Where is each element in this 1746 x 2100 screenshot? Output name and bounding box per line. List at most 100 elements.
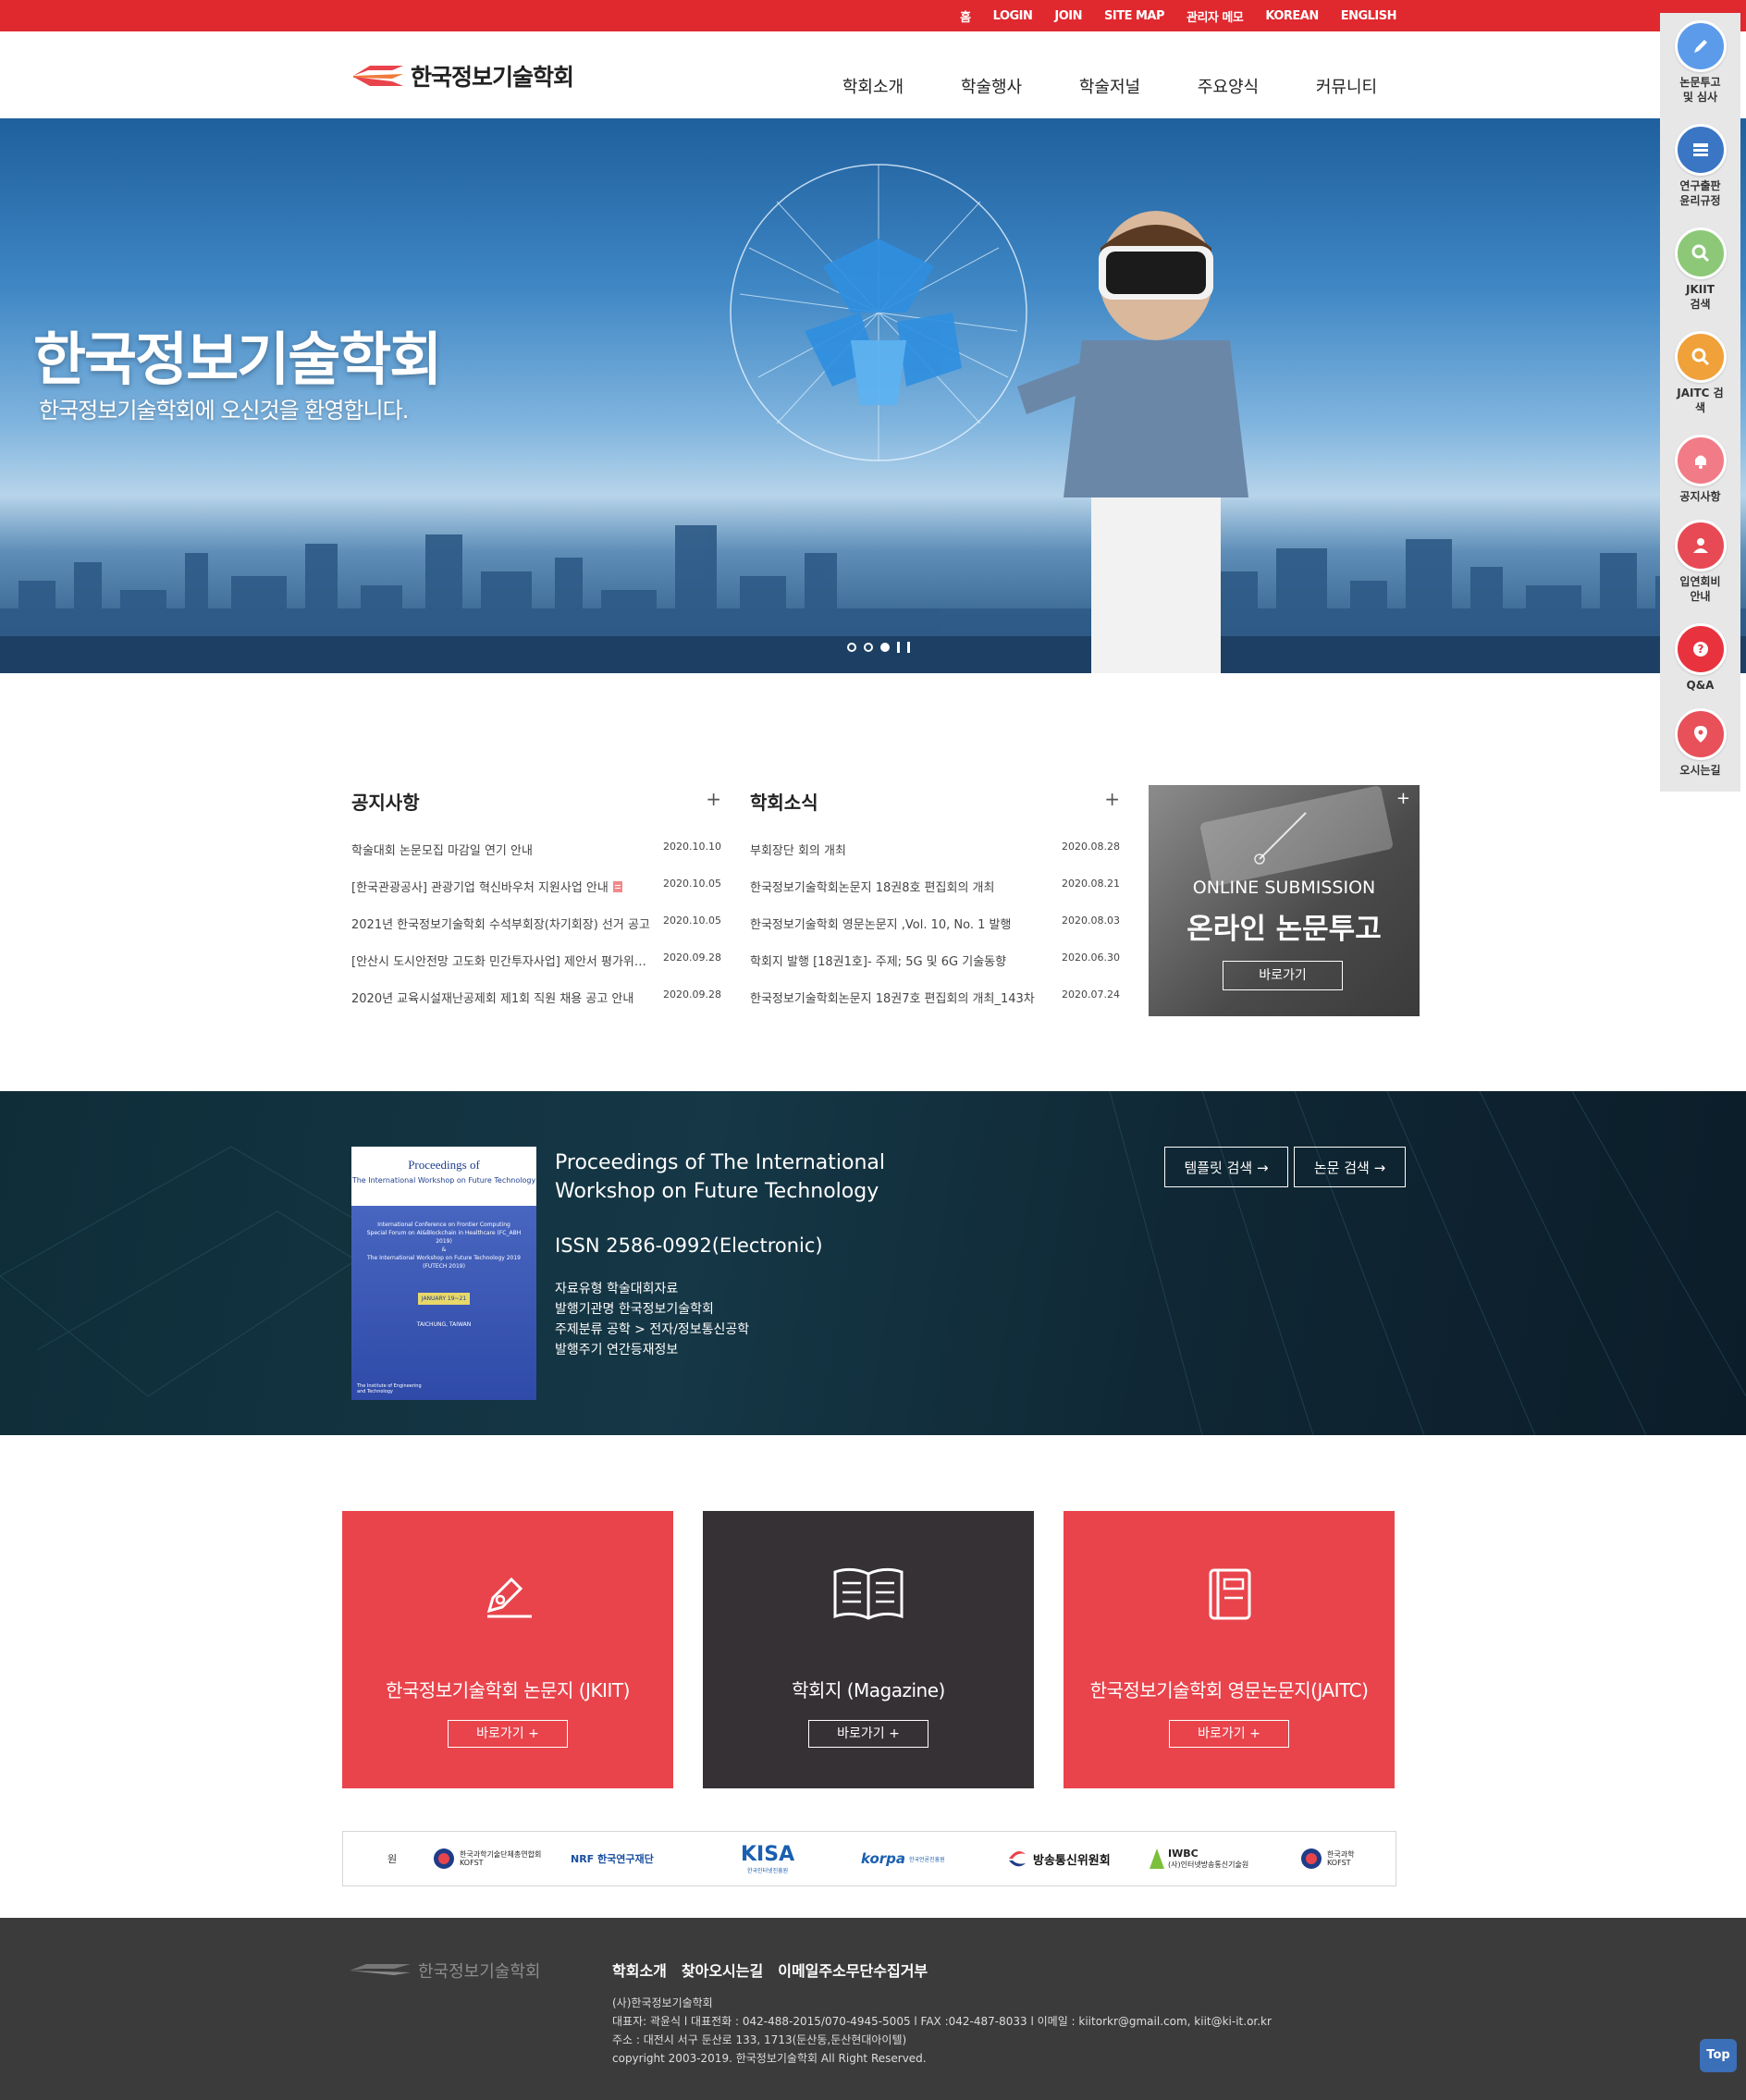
notice-item-title[interactable]: 2020년 교육시설재난공제회 제1회 직원 채용 공고 안내: [351, 989, 652, 1025]
notice-more-button[interactable]: +: [706, 788, 721, 810]
nav-journal[interactable]: 학술저널: [1051, 74, 1169, 98]
partner-logo-kofst-2[interactable]: 한국과학 KOFST: [1299, 1832, 1364, 1885]
notice-item-title[interactable]: [한국관광공사] 관광기업 혁신바우처 지원사업 안내: [351, 878, 652, 915]
submission-more-button[interactable]: +: [1396, 789, 1410, 808]
slide-dot-3[interactable]: [880, 643, 890, 652]
map-pin-icon: [1674, 708, 1727, 760]
notice-board: 공지사항 + 학술대회 논문모집 마감일 연기 안내 2020.10.10 [한국…: [351, 788, 721, 1025]
magazine-card[interactable]: 학회지 (Magazine) 바로가기 +: [703, 1511, 1034, 1788]
question-icon: ?: [1674, 623, 1727, 675]
hero-subtitle: 한국정보기술학회에 오신것을 환영합니다.: [39, 398, 409, 424]
news-item-date: 2020.08.28: [1062, 841, 1120, 853]
template-search-button[interactable]: 템플릿 검색 →: [1164, 1147, 1288, 1187]
notice-item-date: 2020.10.10: [663, 841, 721, 853]
partner-logo-kisa[interactable]: KISA 한국인터넷진흥원: [741, 1832, 794, 1885]
admin-memo-link[interactable]: 관리자 메모: [1187, 7, 1244, 25]
news-item-title[interactable]: 학회지 발행 [18권1호]- 주제; 5G 및 6G 기술동향: [750, 952, 1051, 989]
proceedings-meta: 자료유형 학술대회자료 발행기관명 한국정보기술학회 주제분류 공학 > 전자/…: [555, 1279, 749, 1360]
quick-item-qna[interactable]: ? Q&A: [1660, 623, 1740, 693]
partner-logo-partial[interactable]: 원: [387, 1832, 397, 1885]
quick-item-fees[interactable]: 입연회비 안내: [1660, 520, 1740, 604]
main-nav: 학회소개 학술행사 학술저널 주요양식 커뮤니티: [814, 74, 1406, 98]
quick-label: 오시는길: [1679, 764, 1721, 777]
news-item-title[interactable]: 한국정보기술학회 영문논문지 ,Vol. 10, No. 1 발행: [750, 915, 1051, 952]
proceedings-issn: ISSN 2586-0992(Electronic): [555, 1234, 823, 1257]
partner-name: NRF 한국연구재단: [571, 1853, 654, 1865]
footer-address: 주소 : 대전시 서구 둔산로 133, 1713(둔산동,둔산현대아이텔): [612, 2033, 907, 2046]
nav-forms[interactable]: 주요양식: [1169, 74, 1287, 98]
english-link[interactable]: ENGLISH: [1341, 9, 1397, 23]
partner-name: IWBC: [1168, 1848, 1199, 1860]
proceedings-cover[interactable]: Proceedings of The International Worksho…: [351, 1147, 536, 1400]
site-logo[interactable]: 한국정보기술학회: [351, 59, 574, 92]
quick-item-directions[interactable]: 오시는길: [1660, 708, 1740, 778]
card-title: 학회지 (Magazine): [792, 1679, 945, 1701]
footer-link-directions[interactable]: 찾아오시는길: [682, 1959, 763, 1981]
partner-logo-kcc[interactable]: 방송통신위원회: [1005, 1832, 1111, 1885]
meta-publisher: 발행기관명 한국정보기술학회: [555, 1302, 714, 1317]
slider-controls: [847, 642, 910, 653]
news-item-title[interactable]: 부회장단 회의 개최: [750, 841, 1051, 878]
quick-item-submission[interactable]: 논문투고 및 심사: [1660, 20, 1740, 104]
home-link[interactable]: 홈: [960, 7, 971, 25]
partner-logo-korpa[interactable]: korpa 한국언론진흥원: [861, 1832, 945, 1885]
quick-label: 공지사항: [1679, 490, 1721, 503]
jkiit-card[interactable]: 한국정보기술학회 논문지 (JKIIT) 바로가기 +: [342, 1511, 673, 1788]
pause-icon[interactable]: [897, 642, 900, 653]
notebook-icon: [1209, 1568, 1251, 1620]
notice-item-title[interactable]: [안산시 도시안전망 고도화 민간투자사업] 제안서 평가위원 모집: [351, 952, 652, 989]
news-item-title[interactable]: 한국정보기술학회논문지 18권8호 편집회의 개최: [750, 878, 1051, 915]
card-go-button[interactable]: 바로가기 +: [808, 1720, 928, 1748]
online-submission-banner[interactable]: + ONLINE SUBMISSION 온라인 논문투고 바로가기: [1149, 785, 1420, 1016]
cover-line: The International Workshop on Future Tec…: [367, 1255, 521, 1270]
notice-item-title[interactable]: 2021년 한국정보기술학회 수석부회장(차기회장) 선거 공고: [351, 915, 652, 952]
korean-link[interactable]: KOREAN: [1265, 9, 1319, 23]
nav-about[interactable]: 학회소개: [814, 74, 932, 98]
attachment-file-icon: [612, 881, 622, 892]
slide-dot-2[interactable]: [864, 643, 873, 652]
iwbc-logo-icon: [1150, 1848, 1164, 1869]
partner-logo-iwbc[interactable]: IWBC (사)인터넷방송통신기술원: [1148, 1832, 1248, 1885]
card-go-button[interactable]: 바로가기 +: [448, 1720, 568, 1748]
kofst-logo-icon: [1301, 1848, 1322, 1869]
slide-dot-1[interactable]: [847, 643, 856, 652]
quick-label: Q&A: [1686, 679, 1715, 692]
news-item-title[interactable]: 한국정보기술학회논문지 18권7호 편집회의 개최_143차: [750, 989, 1051, 1025]
meta-cycle: 발행주기 연간등재정보: [555, 1343, 679, 1357]
join-link[interactable]: JOIN: [1054, 9, 1082, 23]
footer-link-email-policy[interactable]: 이메일주소무단수집거부: [778, 1959, 928, 1981]
sitemap-link[interactable]: SITE MAP: [1104, 9, 1165, 23]
footer-info: (사)한국정보기술학회 대표자: 곽윤식 l 대표전화 : 042-488-20…: [612, 1994, 1272, 2068]
nav-community[interactable]: 커뮤니티: [1287, 74, 1406, 98]
logo-mark-icon: [353, 66, 403, 86]
footer-link-about[interactable]: 학회소개: [612, 1959, 667, 1981]
quick-item-jkiit-search[interactable]: JKIIT 검색: [1660, 227, 1740, 312]
cover-place: TAICHUNG, TAIWAN: [416, 1321, 472, 1328]
list-item: 학회지 발행 [18권1호]- 주제; 5G 및 6G 기술동향 2020.06.…: [750, 952, 1120, 989]
cover-line: Special Forum on AI&Blockchain in Health…: [366, 1230, 522, 1245]
nav-events[interactable]: 학술행사: [932, 74, 1051, 98]
partner-logo-nrf[interactable]: NRF 한국연구재단: [571, 1832, 654, 1885]
submission-go-button[interactable]: 바로가기: [1223, 961, 1343, 990]
quick-item-ethics[interactable]: 연구출판 윤리규정: [1660, 124, 1740, 208]
jaitc-card[interactable]: 한국정보기술학회 영문논문지(JAITC) 바로가기 +: [1064, 1511, 1395, 1788]
news-board: 학회소식 + 부회장단 회의 개최 2020.08.28 한국정보기술학회논문지 …: [750, 788, 1120, 1025]
login-link[interactable]: LOGIN: [993, 9, 1033, 23]
svg-text:?: ?: [1697, 643, 1703, 656]
partner-name: korpa: [861, 1850, 906, 1867]
notice-item-title[interactable]: 학술대회 논문모집 마감일 연기 안내: [351, 841, 652, 878]
quick-label: JKIIT 검색: [1686, 283, 1715, 311]
partner-logo-kofst[interactable]: 한국과학기술단체총연합회 KOFST: [432, 1832, 543, 1885]
paper-search-button[interactable]: 논문 검색 →: [1294, 1147, 1406, 1187]
quick-item-notice[interactable]: 공지사항: [1660, 435, 1740, 504]
list-item: 2021년 한국정보기술학회 수석부회장(차기회장) 선거 공고 2020.10.…: [351, 915, 721, 952]
cover-header: Proceedings of The International Worksho…: [351, 1147, 536, 1206]
scroll-top-button[interactable]: Top: [1700, 2039, 1737, 2072]
news-more-button[interactable]: +: [1104, 788, 1120, 810]
footer-logo-mark-icon: [350, 1964, 411, 1975]
quick-menu: 논문투고 및 심사 연구출판 윤리규정 JKIIT 검색 JAITC 검 색 공…: [1660, 13, 1740, 792]
hero-title: 한국정보기술학회: [33, 325, 442, 393]
card-go-button[interactable]: 바로가기 +: [1169, 1720, 1289, 1748]
kcc-logo-icon: [1009, 1850, 1026, 1867]
quick-item-jaitc-search[interactable]: JAITC 검 색: [1660, 331, 1740, 415]
